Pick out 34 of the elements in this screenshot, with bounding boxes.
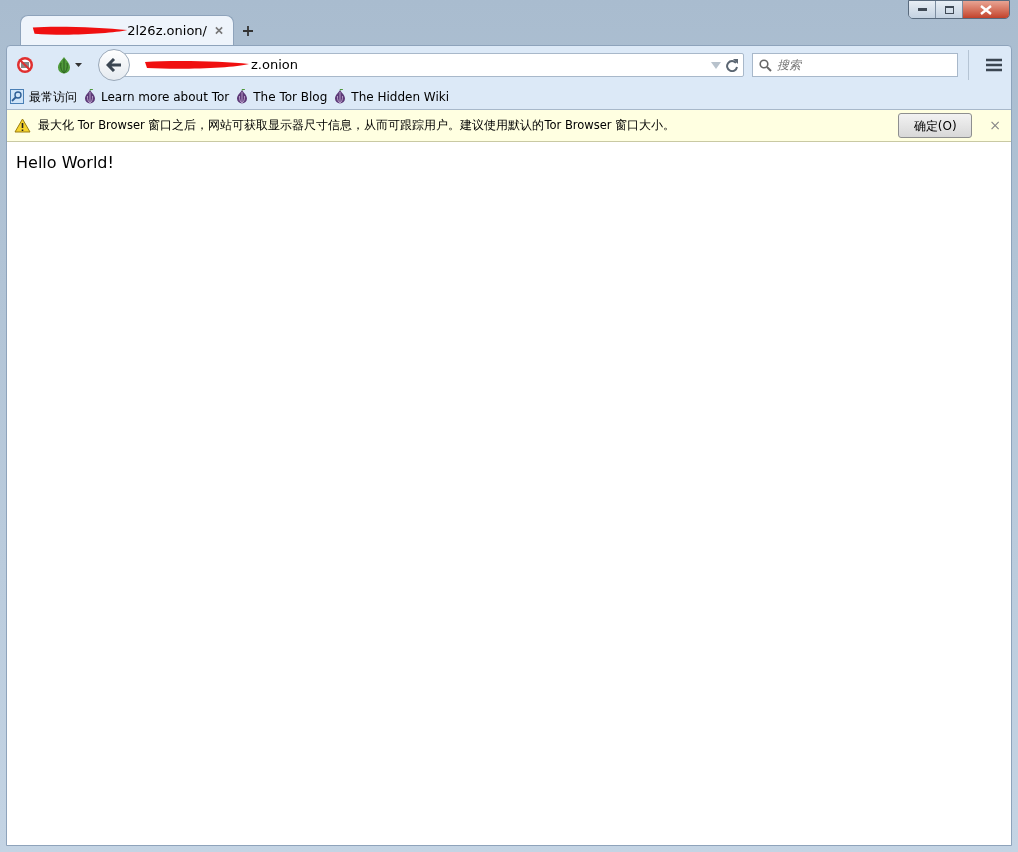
caret-icon xyxy=(75,63,82,67)
onion-icon xyxy=(236,89,249,104)
bookmark-link[interactable]: The Tor Blog xyxy=(236,87,328,106)
onion-icon xyxy=(84,89,96,104)
bookmark-link[interactable]: The Hidden Wiki xyxy=(334,87,450,106)
warning-icon xyxy=(14,118,31,133)
search-field[interactable]: 搜索 xyxy=(752,53,958,77)
maximize-button[interactable] xyxy=(936,1,963,18)
browser-tab[interactable]: 2l26z.onion/ xyxy=(20,15,234,45)
ok-button[interactable]: 确定(O) xyxy=(898,113,973,138)
bookmark-link[interactable]: 最常访问 xyxy=(10,87,77,106)
bookmark-link[interactable]: Learn more about Tor xyxy=(84,87,230,106)
onion-icon xyxy=(56,56,72,74)
close-icon xyxy=(980,4,992,15)
address-field[interactable]: z.onion xyxy=(124,53,744,77)
close-button[interactable] xyxy=(963,1,1009,18)
close-tab-icon[interactable] xyxy=(214,26,223,35)
notification-message: 最大化 Tor Browser 窗口之后，网站可获取显示器尺寸信息，从而可跟踪用户。建议使用默认的Tor Browser 窗口大小。 xyxy=(38,116,677,134)
no-script-icon[interactable] xyxy=(16,56,34,74)
reload-icon[interactable] xyxy=(725,58,739,72)
close-notification-button[interactable]: × xyxy=(989,115,1001,136)
tab-title: 2l26z.onion/ xyxy=(127,21,207,40)
onion-icon xyxy=(334,89,347,104)
menu-icon[interactable] xyxy=(985,58,1003,72)
tor-onion-button[interactable] xyxy=(56,56,82,74)
back-button[interactable] xyxy=(98,49,130,81)
back-arrow-icon xyxy=(106,58,122,72)
search-field[interactable]: 搜索 xyxy=(777,56,951,74)
page-text: Hello World! xyxy=(16,152,115,174)
new-tab-icon[interactable] xyxy=(242,25,254,37)
search-icon xyxy=(759,58,772,72)
url-text: z.onion xyxy=(251,56,298,75)
folder-search-icon xyxy=(10,89,24,104)
minimize-button[interactable] xyxy=(909,1,936,18)
